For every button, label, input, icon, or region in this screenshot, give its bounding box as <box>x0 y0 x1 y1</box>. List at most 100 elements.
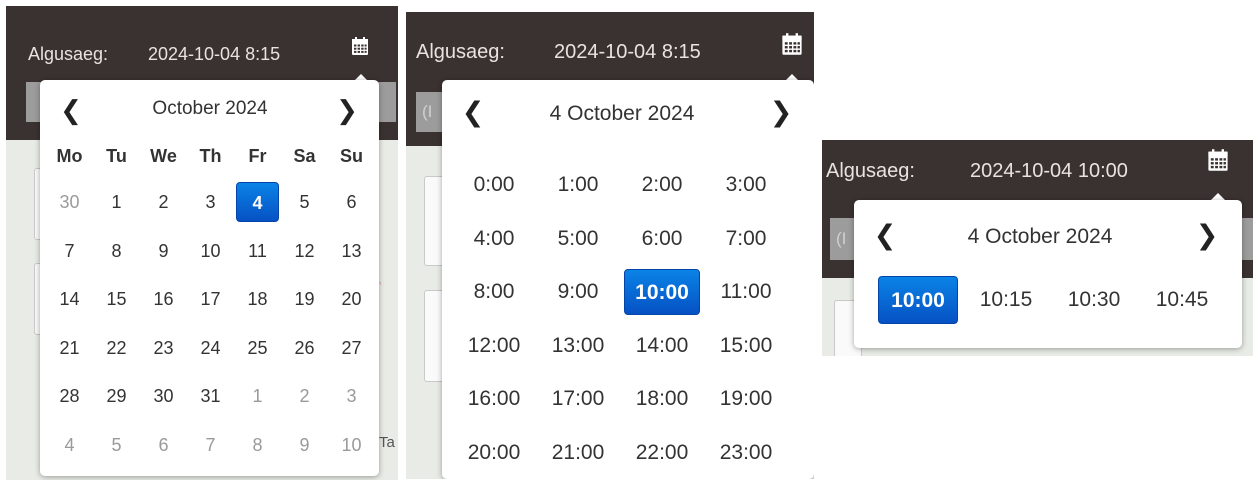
picker-title[interactable]: October 2024 <box>120 98 300 120</box>
hour-cell[interactable]: 11:00 <box>708 269 784 315</box>
chevron-right-icon[interactable]: ❯ <box>330 94 364 128</box>
day-cell[interactable]: 19 <box>283 279 326 319</box>
day-cell[interactable]: 15 <box>95 279 138 319</box>
hour-cell[interactable]: 8:00 <box>456 269 532 315</box>
day-cell[interactable]: 28 <box>48 376 91 416</box>
popup-caret <box>1211 193 1225 200</box>
hour-cell[interactable]: 16:00 <box>456 376 532 422</box>
hour-cell[interactable]: 2:00 <box>624 162 700 208</box>
day-cell-selected[interactable]: 4 <box>236 182 279 222</box>
day-cell[interactable]: 12 <box>283 231 326 271</box>
day-cell[interactable]: 6 <box>330 182 373 222</box>
day-cell[interactable]: 14 <box>48 279 91 319</box>
hour-cell[interactable]: 7:00 <box>708 216 784 262</box>
chevron-left-icon[interactable]: ❮ <box>868 219 902 253</box>
hour-cell[interactable]: 13:00 <box>540 323 616 369</box>
hour-cell[interactable]: 3:00 <box>708 162 784 208</box>
hour-cell-selected[interactable]: 10:00 <box>624 269 700 316</box>
minute-picker-popup: ❮ 4 October 2024 ❯ 10:00 10:15 10:30 10:45 <box>854 200 1242 348</box>
hour-cell[interactable]: 12:00 <box>456 323 532 369</box>
panel-day-view: Ta Algusaeg: 2024-10-04 8:15 ❮ October 2… <box>6 6 398 480</box>
hour-cell[interactable]: 14:00 <box>624 323 700 369</box>
hour-cell[interactable]: 18:00 <box>624 376 700 422</box>
hour-row: 8:00 9:00 10:00 11:00 <box>452 269 788 316</box>
chevron-left-icon[interactable]: ❮ <box>456 96 490 130</box>
day-cell[interactable]: 27 <box>330 328 373 368</box>
chevron-right-icon[interactable]: ❯ <box>1190 219 1224 253</box>
hour-cell[interactable]: 9:00 <box>540 269 616 315</box>
hour-cell[interactable]: 5:00 <box>540 216 616 262</box>
hour-cell[interactable]: 21:00 <box>540 430 616 476</box>
start-time-value[interactable]: 2024-10-04 8:15 <box>148 44 280 65</box>
day-cell[interactable]: 5 <box>95 425 138 465</box>
day-cell[interactable]: 6 <box>142 425 185 465</box>
week-row: 28 29 30 31 1 2 3 <box>46 376 375 416</box>
weekday-header: Mo Tu We Th Fr Sa Su <box>46 146 375 172</box>
day-cell[interactable]: 16 <box>142 279 185 319</box>
hour-cell[interactable]: 6:00 <box>624 216 700 262</box>
day-cell[interactable]: 8 <box>95 231 138 271</box>
picker-title[interactable]: 4 October 2024 <box>522 102 722 126</box>
chevron-left-icon[interactable]: ❮ <box>54 94 88 128</box>
day-cell[interactable]: 7 <box>48 231 91 271</box>
hour-cell[interactable]: 19:00 <box>708 376 784 422</box>
day-cell[interactable]: 20 <box>330 279 373 319</box>
day-cell[interactable]: 3 <box>189 182 232 222</box>
day-cell[interactable]: 2 <box>283 376 326 416</box>
day-cell[interactable]: 9 <box>283 425 326 465</box>
day-cell[interactable]: 25 <box>236 328 279 368</box>
day-cell[interactable]: 29 <box>95 376 138 416</box>
day-cell[interactable]: 3 <box>330 376 373 416</box>
day-cell[interactable]: 23 <box>142 328 185 368</box>
hour-cell[interactable]: 1:00 <box>540 162 616 208</box>
day-cell[interactable]: 18 <box>236 279 279 319</box>
day-cell[interactable]: 9 <box>142 231 185 271</box>
date-picker-popup: ❮ October 2024 ❯ Mo Tu We Th Fr Sa Su 30… <box>40 80 379 476</box>
day-cell[interactable]: 22 <box>95 328 138 368</box>
calendar-icon[interactable] <box>780 32 804 56</box>
day-cell[interactable]: 2 <box>142 182 185 222</box>
minute-cell[interactable]: 10:15 <box>966 276 1046 324</box>
day-cell[interactable]: 31 <box>189 376 232 416</box>
calendar-icon[interactable] <box>1206 148 1230 172</box>
weekday-label: Tu <box>106 146 127 166</box>
day-cell[interactable]: 4 <box>48 425 91 465</box>
weekday-label: Sa <box>293 146 316 166</box>
day-cell[interactable]: 26 <box>283 328 326 368</box>
picker-title[interactable]: 4 October 2024 <box>940 225 1140 249</box>
hour-cell[interactable]: 4:00 <box>456 216 532 262</box>
day-cell[interactable]: 17 <box>189 279 232 319</box>
map-label: Ta <box>379 434 395 451</box>
hour-cell[interactable]: 23:00 <box>708 430 784 476</box>
hour-cell[interactable]: 20:00 <box>456 430 532 476</box>
day-cell[interactable]: 11 <box>236 231 279 271</box>
day-cell[interactable]: 5 <box>283 182 326 222</box>
hour-cell[interactable]: 15:00 <box>708 323 784 369</box>
day-cell[interactable]: 21 <box>48 328 91 368</box>
day-cell[interactable]: 10 <box>330 425 373 465</box>
hour-cell[interactable]: 0:00 <box>456 162 532 208</box>
day-cell[interactable]: 8 <box>236 425 279 465</box>
chevron-right-icon[interactable]: ❯ <box>764 96 798 130</box>
day-cell[interactable]: 10 <box>189 231 232 271</box>
panel-minute-view: Algusaeg: 2024-10-04 10:00 (I ❮ 4 Octobe… <box>822 140 1253 356</box>
start-time-value[interactable]: 2024-10-04 10:00 <box>970 160 1128 183</box>
day-cell[interactable]: 24 <box>189 328 232 368</box>
hour-row: 20:00 21:00 22:00 23:00 <box>452 430 788 476</box>
week-row: 7 8 9 10 11 12 13 <box>46 231 375 271</box>
start-time-value[interactable]: 2024-10-04 8:15 <box>554 41 701 64</box>
minute-cell[interactable]: 10:30 <box>1054 276 1134 324</box>
day-cell[interactable]: 30 <box>48 182 91 222</box>
calendar-icon[interactable] <box>350 36 370 56</box>
minute-cell[interactable]: 10:45 <box>1142 276 1222 324</box>
hour-cell[interactable]: 22:00 <box>624 430 700 476</box>
start-time-label: Algusaeg: <box>826 160 915 182</box>
hour-cell[interactable]: 17:00 <box>540 376 616 422</box>
day-cell[interactable]: 1 <box>236 376 279 416</box>
day-cell[interactable]: 1 <box>95 182 138 222</box>
day-cell[interactable]: 30 <box>142 376 185 416</box>
day-cell[interactable]: 13 <box>330 231 373 271</box>
day-cell[interactable]: 7 <box>189 425 232 465</box>
minute-cell-selected[interactable]: 10:00 <box>878 276 958 324</box>
weekday-label: Mo <box>56 146 83 166</box>
